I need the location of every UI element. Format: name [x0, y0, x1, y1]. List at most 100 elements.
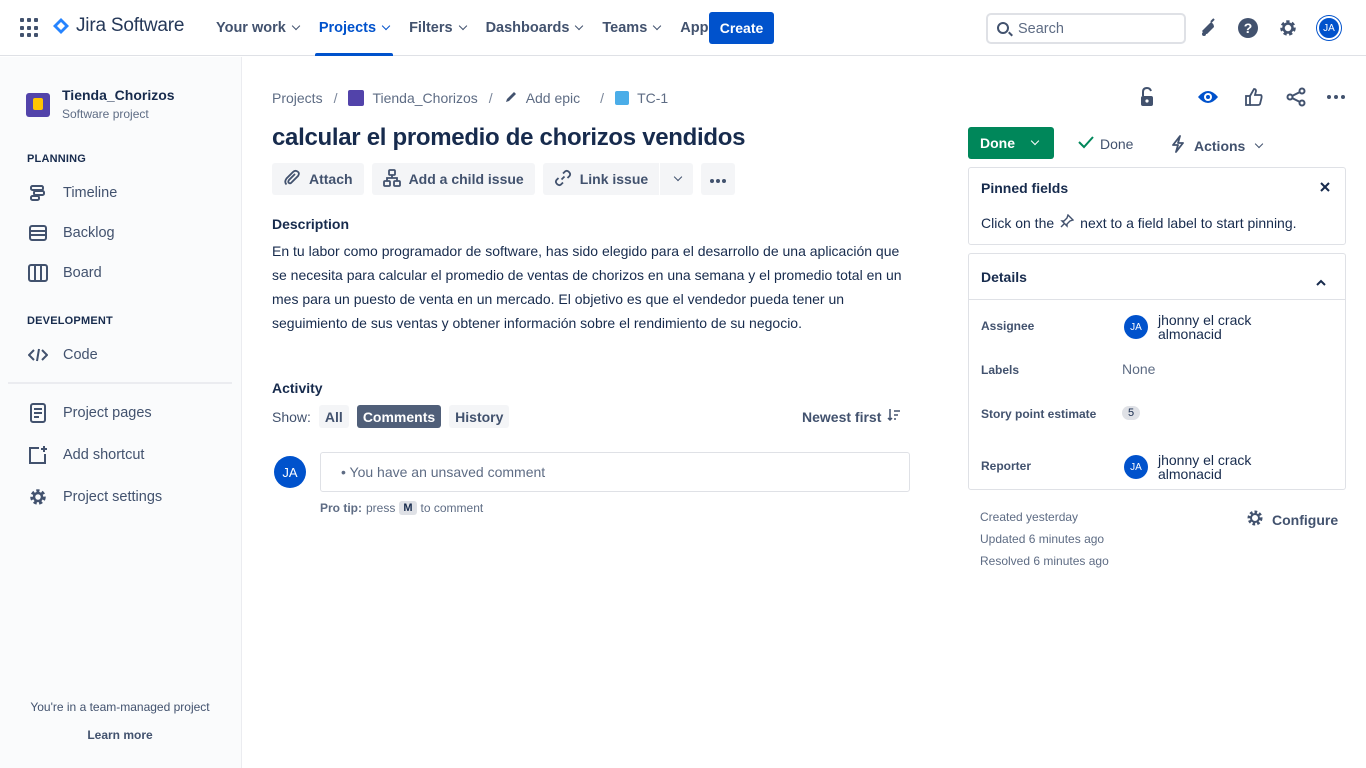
add-child-issue-button[interactable]: Add a child issue	[371, 163, 535, 195]
comment-input[interactable]: • You have an unsaved comment	[320, 452, 910, 492]
avatar-initials: JA	[1317, 16, 1341, 40]
search-input[interactable]: Search	[986, 13, 1186, 44]
attach-button[interactable]: Attach	[272, 163, 364, 195]
add-child-label: Add a child issue	[408, 171, 524, 187]
user-avatar[interactable]: JA	[1317, 16, 1341, 40]
nav-filters[interactable]: Filters	[399, 0, 476, 56]
timeline-icon	[27, 182, 49, 204]
pinned-fields-panel	[968, 167, 1346, 245]
resolution-label: Done	[1100, 135, 1134, 152]
svg-text:?: ?	[1244, 20, 1253, 36]
reporter-name: jhonny el crack almonacid	[1158, 452, 1252, 482]
learn-more-link[interactable]: Learn more	[0, 728, 240, 742]
lock-icon[interactable]	[1135, 85, 1159, 109]
nav-projects[interactable]: Projects	[309, 0, 399, 56]
sidebar-item-label: Board	[63, 265, 102, 281]
filter-history[interactable]: History	[449, 405, 510, 428]
pin-icon	[1060, 213, 1075, 231]
configure-button[interactable]: Configure	[1246, 509, 1338, 530]
sidebar-item-label: Timeline	[63, 185, 118, 201]
chevron-up-icon[interactable]	[1316, 274, 1326, 290]
nav-teams[interactable]: Teams	[592, 0, 670, 56]
nav-label: Teams	[602, 20, 648, 36]
filter-comments[interactable]: Comments	[356, 405, 442, 428]
sort-newest-first[interactable]: Newest first	[802, 408, 901, 425]
create-button[interactable]: Create	[709, 12, 774, 44]
close-icon[interactable]	[1318, 180, 1332, 194]
thumbs-up-icon[interactable]	[1242, 85, 1266, 109]
breadcrumb-add-epic[interactable]: Add epic	[526, 90, 580, 106]
nav-your-work[interactable]: Your work	[206, 0, 309, 56]
sidebar-item-project-settings[interactable]: Project settings	[27, 485, 162, 509]
more-actions-button[interactable]	[701, 163, 736, 195]
breadcrumb-project[interactable]: Tienda_Chorizos	[372, 90, 477, 106]
breadcrumb-projects[interactable]: Projects	[272, 90, 323, 106]
project-avatar-icon	[26, 93, 50, 117]
chevron-down-icon	[653, 21, 662, 31]
reporter-field[interactable]: JA jhonny el crack almonacid	[1124, 453, 1278, 481]
assignee-field[interactable]: JA jhonny el crack almonacid	[1124, 313, 1278, 341]
project-name: Tienda_Chorizos	[62, 87, 175, 103]
pro-tip: Pro tip: press M to comment	[320, 501, 483, 515]
details-title[interactable]: Details	[981, 269, 1027, 285]
more-options-icon[interactable]	[1324, 85, 1348, 109]
activity-filters: Show: All Comments History	[272, 405, 510, 428]
pinned-fields-title: Pinned fields	[981, 180, 1069, 196]
help-icon[interactable]: ?	[1236, 16, 1260, 40]
attachment-icon	[283, 169, 301, 190]
configure-label: Configure	[1272, 511, 1339, 528]
updated-timestamp: Updated 6 minutes ago	[980, 532, 1105, 546]
show-label: Show:	[272, 408, 311, 425]
app-switcher-icon[interactable]	[20, 18, 40, 38]
sidebar-item-label: Backlog	[63, 225, 115, 241]
labels-label: Labels	[981, 363, 1020, 377]
link-issue-dropdown[interactable]	[660, 163, 694, 195]
status-button[interactable]: Done	[968, 127, 1054, 159]
assignee-label: Assignee	[981, 319, 1035, 333]
issue-title[interactable]: calcular el promedio de chorizos vendido…	[272, 124, 745, 152]
project-avatar-icon	[348, 90, 365, 106]
nav-dashboards[interactable]: Dashboards	[476, 0, 593, 56]
settings-icon[interactable]	[1276, 16, 1300, 40]
reporter-label: Reporter	[981, 459, 1032, 473]
labels-field[interactable]: None	[1122, 361, 1155, 377]
sort-label: Newest first	[802, 408, 882, 425]
sidebar-item-timeline[interactable]: Timeline	[27, 181, 117, 205]
sidebar-item-project-pages[interactable]: Project pages	[27, 401, 152, 425]
filter-all[interactable]: All	[318, 405, 349, 428]
link-issue-label: Link issue	[579, 171, 649, 187]
actions-button[interactable]: Actions	[1170, 135, 1264, 156]
top-navigation: Jira Software Your work Projects Filters…	[0, 0, 1366, 56]
description-text[interactable]: En tu labor como programador de software…	[272, 239, 902, 335]
nav-label: Dashboards	[485, 20, 570, 36]
notifications-icon[interactable]	[1196, 16, 1220, 40]
search-placeholder: Search	[1018, 20, 1064, 37]
reporter-avatar: JA	[1124, 455, 1148, 479]
sidebar-item-board[interactable]: Board	[27, 261, 102, 285]
search-icon	[997, 22, 1009, 34]
watch-eye-icon[interactable]	[1196, 85, 1220, 109]
shortcut-key: M	[399, 501, 417, 515]
checkmark-icon	[1078, 135, 1094, 152]
chevron-down-icon	[458, 21, 467, 31]
share-icon[interactable]	[1284, 85, 1308, 109]
link-icon	[554, 169, 572, 190]
sidebar-item-backlog[interactable]: Backlog	[27, 221, 115, 245]
pro-tip-label: Pro tip:	[320, 501, 362, 515]
breadcrumb-issue-key[interactable]: TC-1	[637, 90, 668, 106]
sidebar-item-label: Add shortcut	[63, 447, 145, 463]
assignee-name: jhonny el crack almonacid	[1158, 312, 1252, 342]
development-section-title: DEVELOPMENT	[27, 315, 113, 327]
story-point-field[interactable]: 5	[1122, 406, 1141, 420]
project-header[interactable]: Tienda_Chorizos Software project	[26, 87, 175, 121]
jira-logo[interactable]: Jira Software	[52, 15, 184, 37]
activity-label: Activity	[272, 380, 323, 396]
sidebar-item-add-shortcut[interactable]: Add shortcut	[27, 443, 144, 467]
details-divider	[969, 299, 1345, 300]
sidebar-item-code[interactable]: Code	[27, 343, 98, 367]
issue-toolbar: Attach Add a child issue Link issue	[272, 163, 736, 195]
chevron-down-icon	[381, 21, 391, 31]
sort-icon	[887, 408, 901, 425]
link-issue-button[interactable]: Link issue	[542, 163, 660, 195]
more-icon	[709, 171, 727, 187]
